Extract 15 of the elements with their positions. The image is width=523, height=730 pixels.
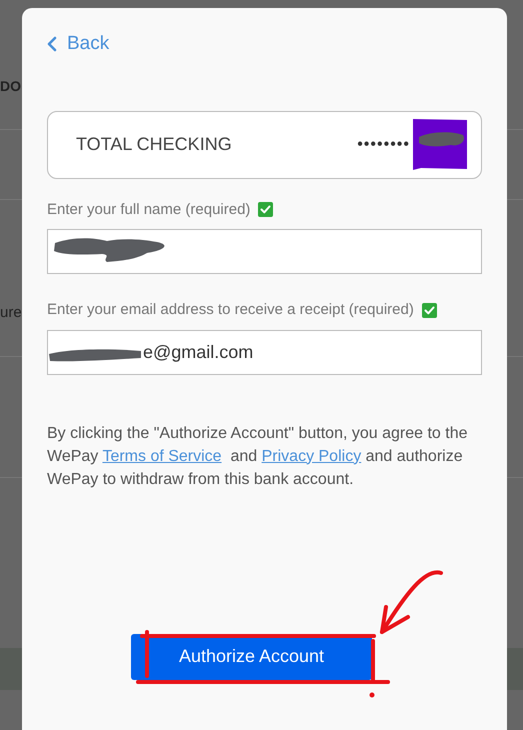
name-field[interactable] <box>47 229 482 274</box>
policy-link[interactable]: Terms of Service <box>102 448 222 464</box>
annotation-arrow-drawing <box>378 568 444 636</box>
consent-text: By clicking the "Authorize Account" button, you agree to the WePay Terms of Service and Privacy Policy and authorize WePay to withdraw from this bank account. <box>47 424 468 490</box>
email-field[interactable]: e@gmail.com <box>47 330 482 374</box>
account-number-mask: •••••••• <box>357 134 410 154</box>
field-label: Enter your email address to receive a receipt (required) <box>47 300 414 320</box>
field-label: Enter your full name (required) <box>47 200 250 220</box>
chevron-left-icon <box>47 36 57 52</box>
back-link[interactable]: Back <box>47 30 110 58</box>
background-text: ure <box>0 302 22 323</box>
account-name: TOTAL CHECKING <box>76 133 232 156</box>
authorize-button[interactable]: Authorize Account <box>131 634 372 680</box>
background-text: DO <box>0 77 21 96</box>
policy-link[interactable]: Privacy Policy <box>262 448 362 464</box>
